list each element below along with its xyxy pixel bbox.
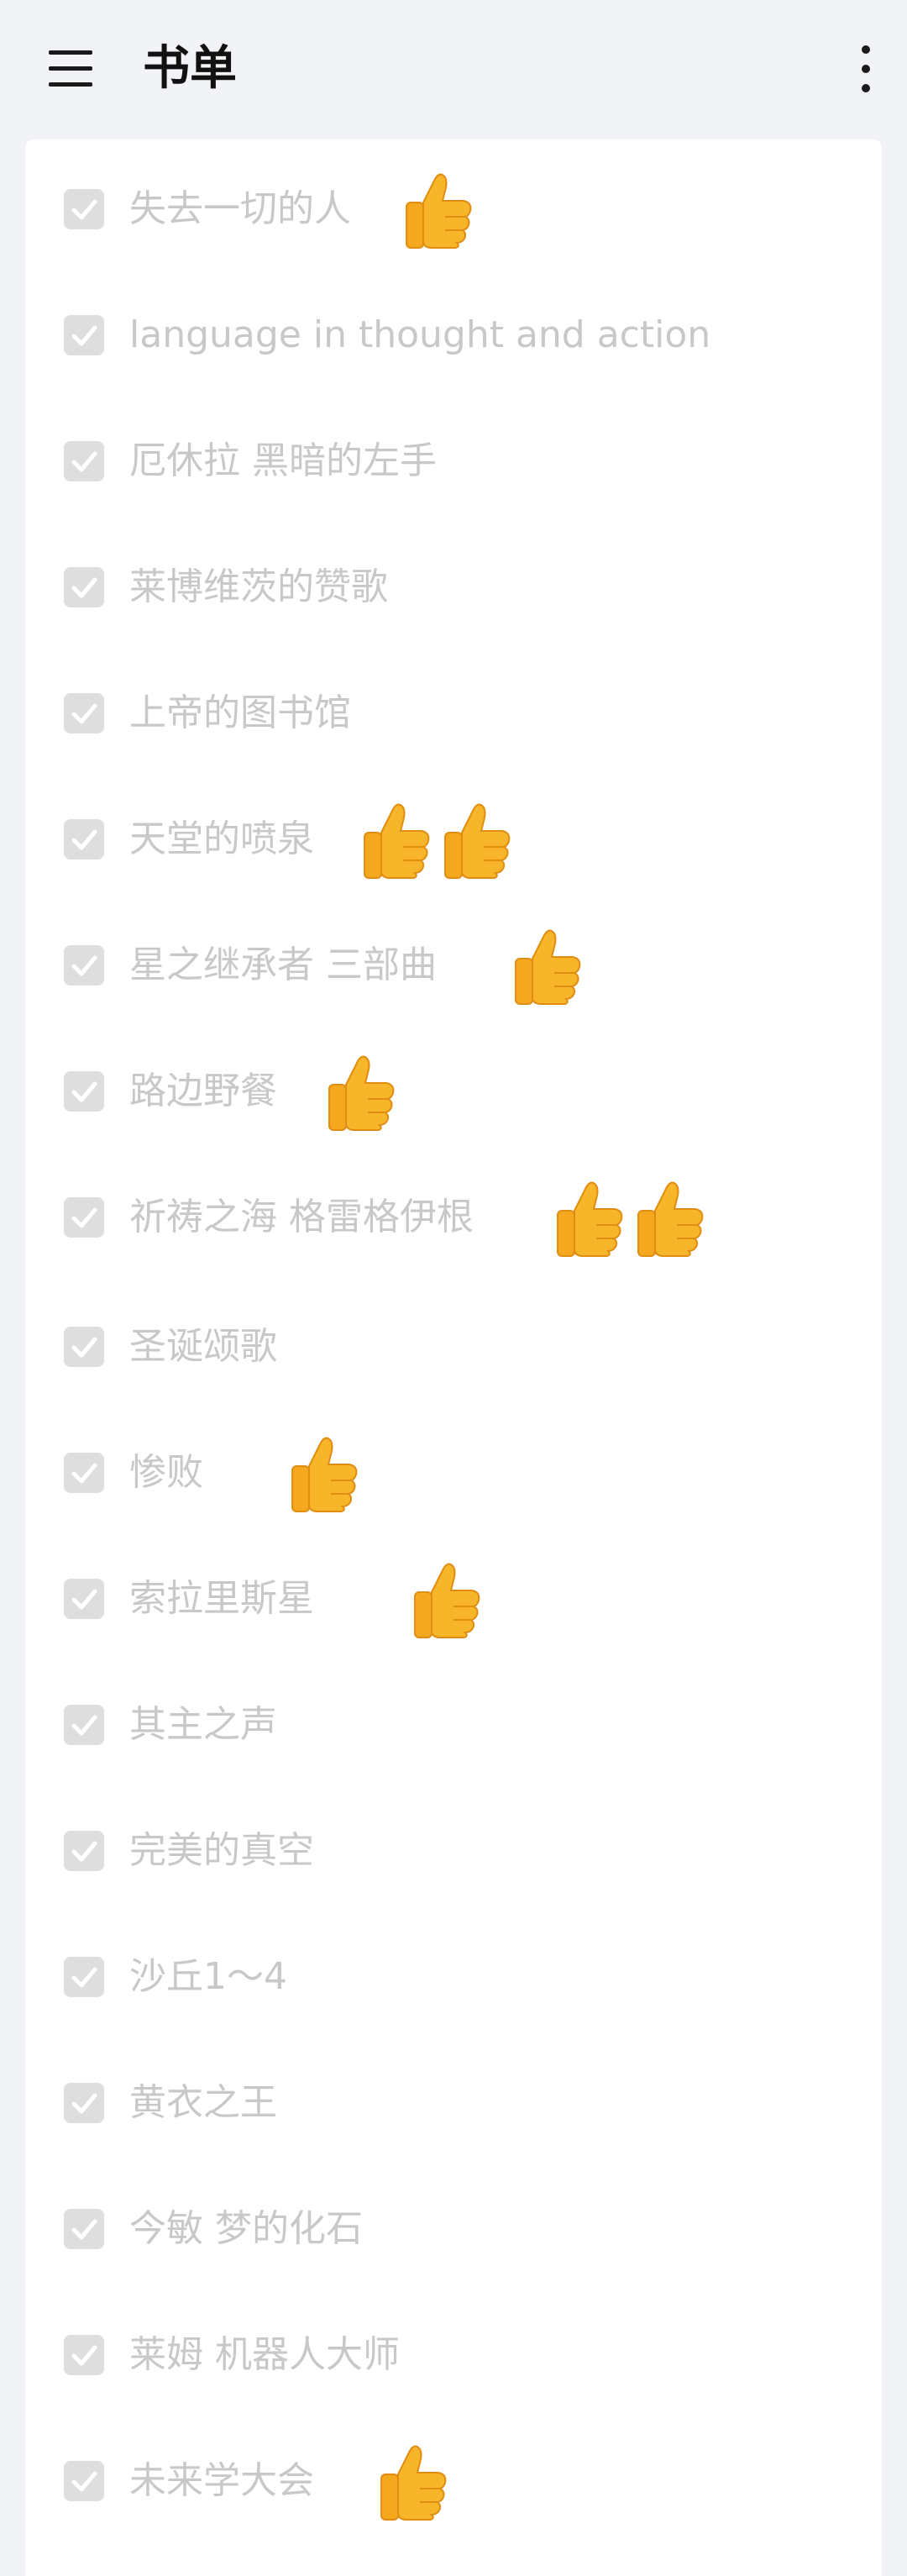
item-label: 索拉里斯星: [129, 1577, 314, 1620]
list-item[interactable]: 惨败: [25, 1410, 882, 1536]
check-icon: [71, 577, 97, 598]
page-title: 书单: [143, 41, 237, 96]
list-item[interactable]: 路边野餐: [25, 1028, 882, 1154]
check-icon: [71, 199, 97, 220]
hamburger-menu-icon[interactable]: [49, 49, 94, 89]
item-label: 星之继承者 三部曲: [129, 944, 437, 986]
checkbox[interactable]: [64, 693, 104, 733]
item-label: 沙丘1～4: [129, 1955, 287, 1998]
thumbs-up-icon: [378, 2441, 448, 2521]
list-item[interactable]: 索拉里斯星: [25, 1536, 882, 1662]
item-label: 惨败: [129, 1451, 203, 1494]
check-icon: [71, 2471, 97, 2492]
check-icon: [71, 2093, 97, 2114]
thumbs-up-rating: [378, 2441, 448, 2521]
list-item[interactable]: 厄休拉 黑暗的左手: [25, 398, 882, 524]
check-icon: [71, 2345, 97, 2366]
item-label: 黄衣之王: [129, 2081, 277, 2124]
item-label: language in thought and action: [129, 313, 711, 356]
check-icon: [71, 2219, 97, 2240]
app-header: 书单: [0, 0, 907, 139]
checkbox[interactable]: [64, 1705, 104, 1745]
thumbs-up-icon: [412, 1559, 482, 1639]
list-item[interactable]: 今敏 梦的化石: [25, 2166, 882, 2292]
thumbs-up-icon: [635, 1177, 705, 1258]
list-item[interactable]: 天堂的喷泉: [25, 776, 882, 902]
checkbox[interactable]: [64, 2209, 104, 2249]
thumbs-up-icon: [512, 925, 583, 1006]
list-item[interactable]: 黄衣之王: [25, 2040, 882, 2166]
check-icon: [71, 829, 97, 850]
item-label: 今敏 梦的化石: [129, 2207, 363, 2250]
thumbs-up-rating: [361, 799, 512, 880]
thumbs-up-icon: [442, 799, 512, 880]
checkbox[interactable]: [64, 189, 104, 229]
item-label: 失去一切的人: [129, 187, 351, 230]
thumbs-up-rating: [289, 1433, 359, 1513]
checkbox[interactable]: [64, 567, 104, 607]
checkbox[interactable]: [64, 1579, 104, 1619]
list-item[interactable]: 未来学大会: [25, 2418, 882, 2544]
check-icon: [71, 1967, 97, 1988]
check-icon: [71, 703, 97, 724]
item-label: 圣诞颂歌: [129, 1325, 277, 1368]
checkbox[interactable]: [64, 1453, 104, 1493]
check-icon: [71, 1589, 97, 1610]
list-item[interactable]: 莱博维茨的赞歌: [25, 524, 882, 650]
list-item[interactable]: 沙丘1～4: [25, 1914, 882, 2040]
thumbs-up-icon: [361, 799, 432, 880]
book-list: 失去一切的人 language in thought and action 厄休拉 …: [25, 139, 882, 2576]
list-item[interactable]: language in thought and action: [25, 272, 882, 398]
check-icon: [71, 1463, 97, 1484]
list-item[interactable]: 失去一切的人: [25, 146, 882, 272]
checkbox[interactable]: [64, 819, 104, 860]
item-label: 莱姆 机器人大师: [129, 2333, 400, 2376]
list-item[interactable]: 星之继承者 三部曲: [25, 902, 882, 1028]
item-label: 厄休拉 黑暗的左手: [129, 439, 437, 482]
thumbs-up-icon: [403, 169, 474, 250]
check-icon: [71, 1207, 97, 1228]
thumbs-up-rating: [412, 1559, 482, 1639]
checkbox[interactable]: [64, 1831, 104, 1871]
checkbox[interactable]: [64, 315, 104, 355]
checkbox[interactable]: [64, 441, 104, 481]
item-label: 其主之声: [129, 1703, 277, 1746]
item-label: 路边野餐: [129, 1070, 277, 1112]
list-item[interactable]: 圣诞颂歌: [25, 1284, 882, 1410]
item-label: 莱博维茨的赞歌: [129, 565, 388, 608]
thumbs-up-rating: [403, 169, 474, 250]
item-label: 上帝的图书馆: [129, 691, 351, 734]
check-icon: [71, 1841, 97, 1862]
thumbs-up-icon: [289, 1433, 359, 1513]
checkbox[interactable]: [64, 2083, 104, 2123]
more-options-icon[interactable]: [853, 42, 878, 96]
list-item[interactable]: 完美的真空: [25, 1788, 882, 1914]
item-label: 天堂的喷泉: [129, 817, 314, 860]
thumbs-up-rating: [554, 1177, 705, 1258]
check-icon: [71, 1337, 97, 1358]
thumbs-up-rating: [326, 1051, 396, 1132]
check-icon: [71, 325, 97, 346]
checkbox[interactable]: [64, 1957, 104, 1997]
checkbox[interactable]: [64, 945, 104, 986]
thumbs-up-icon: [326, 1051, 396, 1132]
item-label: 未来学大会: [129, 2459, 314, 2502]
checkbox[interactable]: [64, 1197, 104, 1238]
check-icon: [71, 1081, 97, 1102]
item-label: 完美的真空: [129, 1829, 314, 1872]
list-item[interactable]: 上帝的图书馆: [25, 650, 882, 776]
checkbox[interactable]: [64, 2335, 104, 2375]
list-item[interactable]: 祈祷之海 格雷格伊根: [25, 1154, 882, 1280]
checkbox[interactable]: [64, 1071, 104, 1112]
item-label: 祈祷之海 格雷格伊根: [129, 1196, 474, 1238]
check-icon: [71, 955, 97, 976]
check-icon: [71, 451, 97, 472]
check-icon: [71, 1715, 97, 1736]
thumbs-up-icon: [554, 1177, 625, 1258]
thumbs-up-rating: [512, 925, 583, 1006]
list-item[interactable]: 莱姆 机器人大师: [25, 2292, 882, 2418]
checkbox[interactable]: [64, 1327, 104, 1367]
checkbox[interactable]: [64, 2461, 104, 2501]
list-item[interactable]: 其主之声: [25, 1662, 882, 1788]
